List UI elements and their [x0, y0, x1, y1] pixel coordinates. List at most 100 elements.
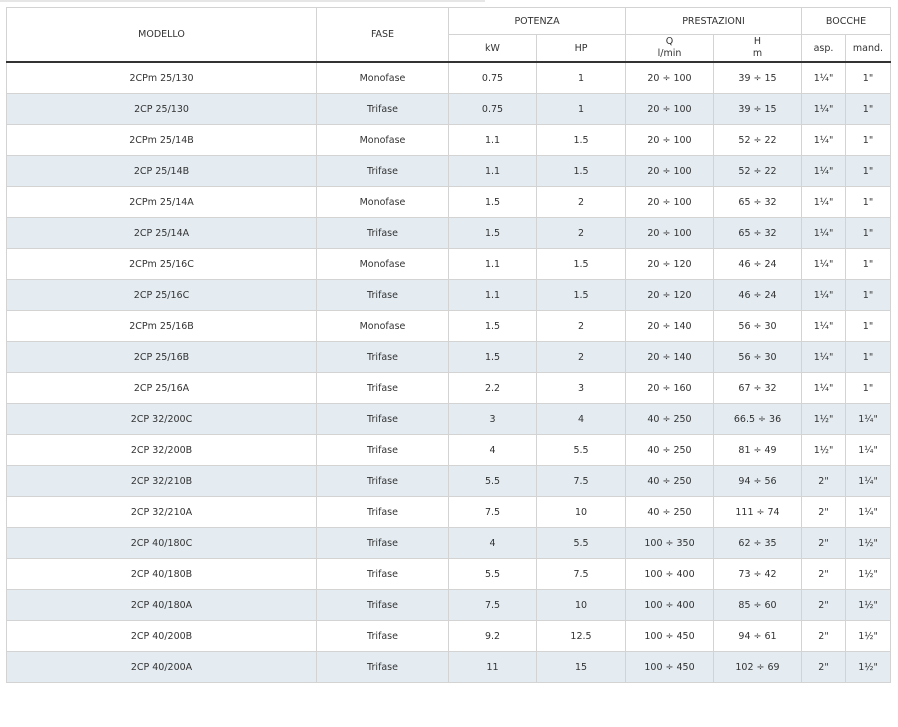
cell-hp: 7.5	[536, 465, 626, 497]
cell-kw: 1.1	[448, 279, 537, 311]
cell-hp: 7.5	[536, 558, 626, 590]
cell-kw: 1.5	[448, 310, 537, 342]
cell-fase: Trifase	[316, 341, 449, 373]
header-h-label: H	[753, 36, 762, 47]
cell-hp: 1.5	[536, 124, 626, 156]
cell-modello: 2CP 40/200B	[6, 620, 317, 652]
cell-modello: 2CP 25/14B	[6, 155, 317, 187]
cell-h: 85 ÷ 60	[713, 589, 802, 621]
table-row: 2CP 25/130 Trifase 0.75 1 20 ÷ 100 39 ÷ 15 1¼"…	[6, 93, 891, 125]
cell-fase: Trifase	[316, 279, 449, 311]
table-row: 2CP 32/200B Trifase 4 5.5 40 ÷ 250 81 ÷ 49 1½"…	[6, 434, 891, 466]
cell-q: 40 ÷ 250	[625, 403, 714, 435]
cell-modello: 2CP 32/210A	[6, 496, 317, 528]
cell-mand: 1½"	[845, 589, 891, 621]
cell-mand: 1½"	[845, 527, 891, 559]
cell-h: 65 ÷ 32	[713, 217, 802, 249]
cell-mand: 1½"	[845, 558, 891, 590]
cell-q: 20 ÷ 120	[625, 248, 714, 280]
cell-modello: 2CPm 25/16B	[6, 310, 317, 342]
cell-kw: 4	[448, 434, 537, 466]
cell-asp: 2"	[801, 589, 846, 621]
cell-mand: 1"	[845, 61, 891, 94]
cell-fase: Trifase	[316, 93, 449, 125]
cell-asp: 2"	[801, 620, 846, 652]
cell-h: 73 ÷ 42	[713, 558, 802, 590]
cell-mand: 1½"	[845, 651, 891, 683]
cell-modello: 2CP 32/200B	[6, 434, 317, 466]
cell-h: 52 ÷ 22	[713, 155, 802, 187]
cell-modello: 2CPm 25/130	[6, 61, 317, 94]
cell-fase: Trifase	[316, 403, 449, 435]
cell-asp: 1¼"	[801, 372, 846, 404]
cell-mand: 1"	[845, 341, 891, 373]
cell-modello: 2CPm 25/14B	[6, 124, 317, 156]
table-row: 2CP 40/180B Trifase 5.5 7.5 100 ÷ 400 73 ÷ 42…	[6, 558, 891, 590]
table-row: 2CP 40/180C Trifase 4 5.5 100 ÷ 350 62 ÷ 35 2"…	[6, 527, 891, 559]
table-row: 2CP 40/200A Trifase 11 15 100 ÷ 450 102 ÷ 69 2…	[6, 651, 891, 683]
cell-modello: 2CP 40/180C	[6, 527, 317, 559]
cell-mand: 1"	[845, 217, 891, 249]
table-row: 2CPm 25/130 Monofase 0.75 1 20 ÷ 100 39 ÷ 15 1…	[6, 61, 891, 94]
cell-fase: Trifase	[316, 558, 449, 590]
cell-hp: 1	[536, 93, 626, 125]
cell-hp: 2	[536, 310, 626, 342]
cell-mand: 1"	[845, 186, 891, 218]
cell-q: 20 ÷ 100	[625, 155, 714, 187]
cell-kw: 0.75	[448, 93, 537, 125]
table-row: 2CP 25/16B Trifase 1.5 2 20 ÷ 140 56 ÷ 30 1¼" 1…	[6, 341, 891, 373]
cell-asp: 1¼"	[801, 61, 846, 94]
cell-fase: Trifase	[316, 155, 449, 187]
cell-fase: Trifase	[316, 589, 449, 621]
cell-hp: 2	[536, 186, 626, 218]
cell-asp: 2"	[801, 558, 846, 590]
top-divider	[0, 0, 485, 2]
table-body: 2CPm 25/130 Monofase 0.75 1 20 ÷ 100 39 ÷ 15 1…	[6, 61, 891, 683]
cell-q: 20 ÷ 100	[625, 217, 714, 249]
cell-kw: 11	[448, 651, 537, 683]
cell-asp: 1¼"	[801, 341, 846, 373]
header-potenza: POTENZA	[448, 7, 626, 35]
cell-asp: 1¼"	[801, 186, 846, 218]
header-h-unit: m	[752, 48, 763, 59]
cell-fase: Trifase	[316, 620, 449, 652]
cell-fase: Trifase	[316, 372, 449, 404]
cell-kw: 9.2	[448, 620, 537, 652]
cell-mand: 1"	[845, 248, 891, 280]
header-asp: asp.	[801, 34, 846, 63]
cell-hp: 1.5	[536, 248, 626, 280]
cell-modello: 2CP 25/14A	[6, 217, 317, 249]
cell-modello: 2CPm 25/16C	[6, 248, 317, 280]
cell-hp: 10	[536, 496, 626, 528]
cell-mand: 1"	[845, 372, 891, 404]
cell-modello: 2CP 25/16A	[6, 372, 317, 404]
cell-fase: Trifase	[316, 496, 449, 528]
cell-hp: 12.5	[536, 620, 626, 652]
cell-q: 20 ÷ 140	[625, 341, 714, 373]
cell-asp: 2"	[801, 651, 846, 683]
cell-h: 66.5 ÷ 36	[713, 403, 802, 435]
table-row: 2CP 25/16C Trifase 1.1 1.5 20 ÷ 120 46 ÷ 24 1¼…	[6, 279, 891, 311]
cell-hp: 4	[536, 403, 626, 435]
cell-h: 94 ÷ 61	[713, 620, 802, 652]
header-kw: kW	[448, 34, 537, 63]
cell-h: 56 ÷ 30	[713, 341, 802, 373]
header-h: H m	[713, 34, 802, 63]
cell-asp: 1¼"	[801, 155, 846, 187]
cell-mand: 1"	[845, 124, 891, 156]
cell-h: 39 ÷ 15	[713, 93, 802, 125]
cell-modello: 2CP 32/210B	[6, 465, 317, 497]
cell-h: 111 ÷ 74	[713, 496, 802, 528]
cell-mand: 1¼"	[845, 465, 891, 497]
cell-mand: 1"	[845, 279, 891, 311]
cell-asp: 1½"	[801, 403, 846, 435]
cell-h: 39 ÷ 15	[713, 61, 802, 94]
cell-h: 46 ÷ 24	[713, 279, 802, 311]
cell-hp: 1.5	[536, 279, 626, 311]
cell-kw: 1.5	[448, 217, 537, 249]
cell-asp: 2"	[801, 465, 846, 497]
cell-q: 100 ÷ 450	[625, 620, 714, 652]
cell-q: 40 ÷ 250	[625, 496, 714, 528]
cell-fase: Monofase	[316, 124, 449, 156]
cell-asp: 2"	[801, 527, 846, 559]
